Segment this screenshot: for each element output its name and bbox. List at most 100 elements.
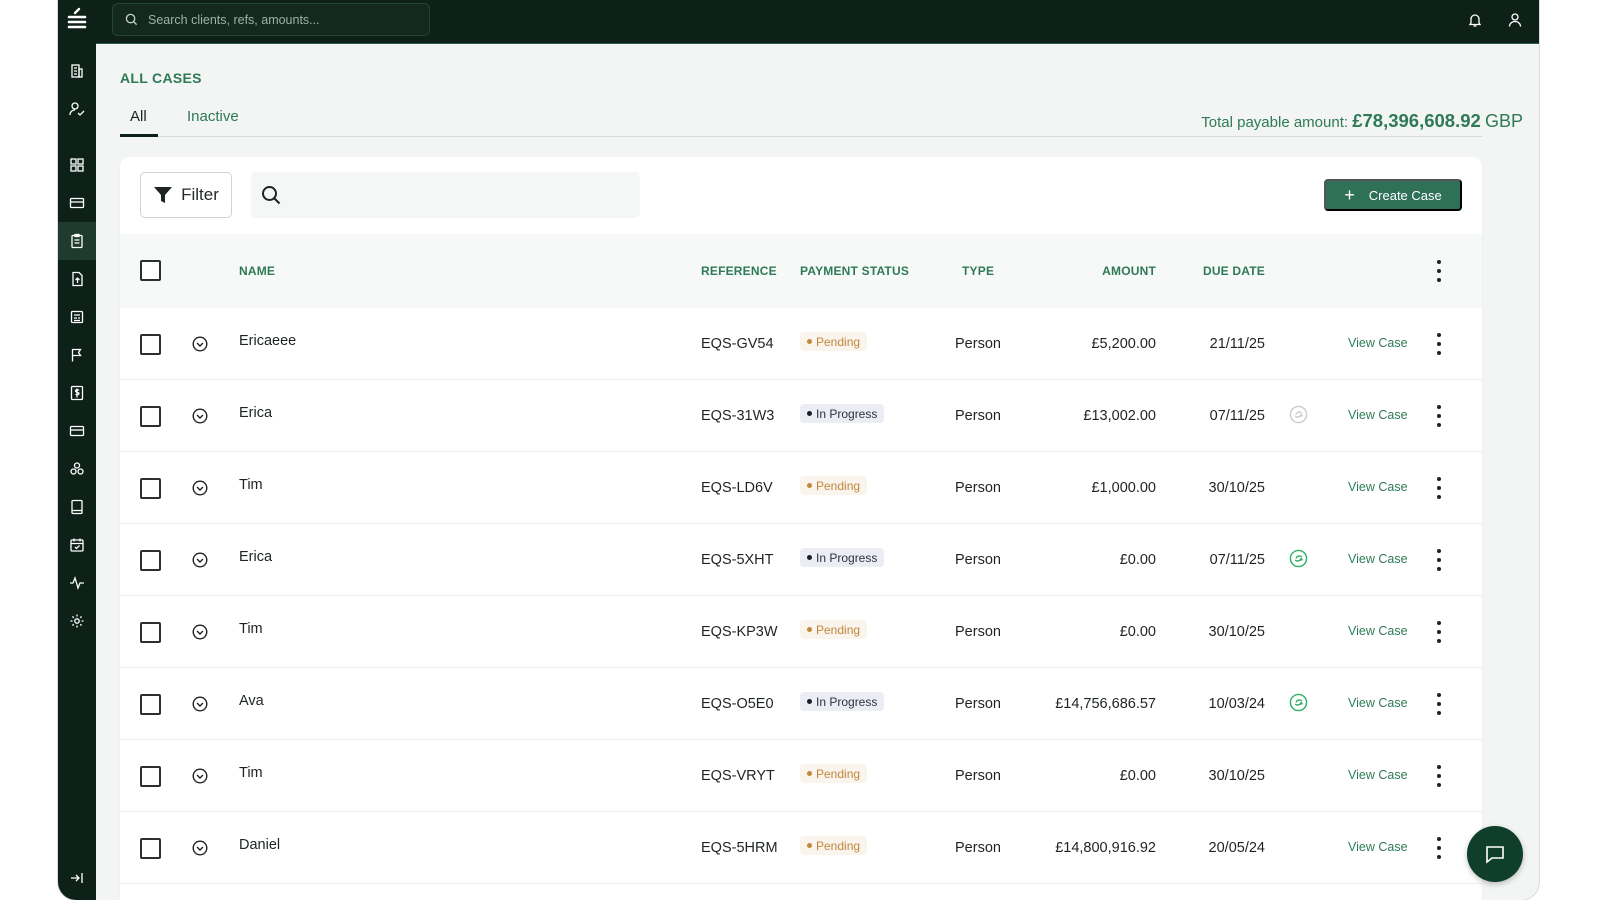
row-options-button[interactable] [1434,621,1444,643]
chevron-down-icon[interactable] [192,624,208,640]
table-search-input[interactable] [291,187,631,203]
row-checkbox[interactable] [140,334,161,355]
row-checkbox[interactable] [140,478,161,499]
sidebar-item-dashboard[interactable] [58,146,96,184]
view-case-link[interactable]: View Case [1348,408,1408,422]
cell-amount: £14,756,686.57 [1055,696,1156,712]
table-search[interactable] [251,172,640,218]
user-check-icon [69,102,85,116]
row-checkbox[interactable] [140,550,161,571]
sidebar-item-network[interactable] [58,450,96,488]
column-header-type[interactable]: TYPE [962,264,994,278]
sidebar-item-billing[interactable] [58,374,96,412]
sidebar-item-activity[interactable] [58,564,96,602]
select-all-checkbox[interactable] [140,260,161,281]
column-header-due-date[interactable]: DUE DATE [1203,264,1265,278]
sidebar-item-cards[interactable] [58,412,96,450]
status-dot [807,411,812,416]
table-row[interactable]: Erica EQS-31W3 In Progress Person £13,00… [120,380,1482,452]
chat-button[interactable] [1467,826,1523,882]
chevron-down-icon[interactable] [192,768,208,784]
row-checkbox[interactable] [140,766,161,787]
total-payable-label: Total payable amount: [1201,114,1349,131]
row-options-button[interactable] [1434,477,1444,499]
cell-reference: EQS-GV54 [701,336,774,352]
row-options-button[interactable] [1434,837,1444,859]
sidebar-item-payments[interactable] [58,184,96,222]
cell-due-date: 10/03/24 [1208,696,1265,712]
sidebar-collapse-button[interactable] [58,864,96,892]
chevron-down-icon[interactable] [192,336,208,352]
status-dot [807,483,812,488]
sidebar-item-documents[interactable] [58,260,96,298]
table-row[interactable]: Tim EQS-VRYT Pending Person £0.00 30/10/… [120,740,1482,812]
row-options-button[interactable] [1434,765,1444,787]
column-options-button[interactable] [1434,260,1444,282]
cell-due-date: 30/10/25 [1208,768,1265,784]
view-case-link[interactable]: View Case [1348,552,1408,566]
chevron-down-icon[interactable] [192,696,208,712]
cell-type: Person [955,624,1001,640]
filter-label: Filter [181,185,219,204]
global-search[interactable] [112,3,430,36]
chevron-down-icon[interactable] [192,480,208,496]
view-case-link[interactable]: View Case [1348,840,1408,854]
sidebar-item-clients[interactable] [58,90,96,128]
book-icon [71,499,83,515]
app-logo-icon[interactable] [62,4,92,34]
cases-table-card: Filter + Create Case NAME REFERENCE PAYM… [120,157,1482,900]
sidebar-item-library[interactable] [58,488,96,526]
table-row[interactable]: Ava EQS-O5E0 In Progress Person £14,756,… [120,668,1482,740]
view-case-link[interactable]: View Case [1348,624,1408,638]
chevron-down-icon[interactable] [192,408,208,424]
row-options-button[interactable] [1434,405,1444,427]
collapse-icon [71,873,83,883]
tab-all[interactable]: All [130,108,147,136]
dollar-icon [70,385,84,401]
table-row[interactable]: Daniel EQS-5HRM Pending Person £14,800,9… [120,812,1482,884]
row-checkbox[interactable] [140,838,161,859]
column-header-name[interactable]: NAME [239,264,275,278]
view-case-link[interactable]: View Case [1348,768,1408,782]
status-label: Pending [816,622,861,637]
sidebar-item-reports[interactable] [58,298,96,336]
profile-button[interactable] [1505,10,1525,30]
global-search-input[interactable] [148,12,408,27]
table-row[interactable]: Erica EQS-5XHT In Progress Person £0.00 … [120,524,1482,596]
filter-button[interactable]: Filter [140,172,232,218]
chevron-down-icon[interactable] [192,552,208,568]
view-case-link[interactable]: View Case [1348,336,1408,350]
row-checkbox[interactable] [140,406,161,427]
sidebar-item-calendar[interactable] [58,526,96,564]
row-options-button[interactable] [1434,549,1444,571]
column-header-payment-status[interactable]: PAYMENT STATUS [800,264,909,278]
app-window: ALL CASES All Inactive Total payable amo… [58,0,1539,900]
table-row[interactable]: Tim EQS-KP3W Pending Person £0.00 30/10/… [120,596,1482,668]
chevron-down-icon[interactable] [192,840,208,856]
row-checkbox[interactable] [140,694,161,715]
flag-icon [71,348,82,362]
cell-due-date: 21/11/25 [1209,336,1265,352]
sidebar-item-buildings[interactable] [58,52,96,90]
plus-icon: + [1344,185,1355,205]
report-icon [70,310,84,324]
cell-amount: £0.00 [1119,552,1156,568]
cell-reference: EQS-31W3 [701,408,775,424]
table-row[interactable]: Tim EQS-LD6V Pending Person £1,000.00 30… [120,452,1482,524]
sidebar-item-cases[interactable] [58,222,96,260]
notifications-button[interactable] [1465,10,1485,30]
view-case-link[interactable]: View Case [1348,480,1408,494]
row-options-button[interactable] [1434,693,1444,715]
row-options-button[interactable] [1434,333,1444,355]
column-header-amount[interactable]: AMOUNT [1102,264,1156,278]
column-header-reference[interactable]: REFERENCE [701,264,777,278]
create-case-label: Create Case [1368,187,1442,203]
sidebar-item-flags[interactable] [58,336,96,374]
create-case-button[interactable]: + Create Case [1324,179,1462,211]
view-case-link[interactable]: View Case [1348,696,1408,710]
tab-inactive[interactable]: Inactive [187,108,239,136]
status-badge: Pending [800,836,868,855]
row-checkbox[interactable] [140,622,161,643]
table-row[interactable]: Ericaeee EQS-GV54 Pending Person £5,200.… [120,308,1482,380]
sidebar-item-settings[interactable] [58,602,96,640]
